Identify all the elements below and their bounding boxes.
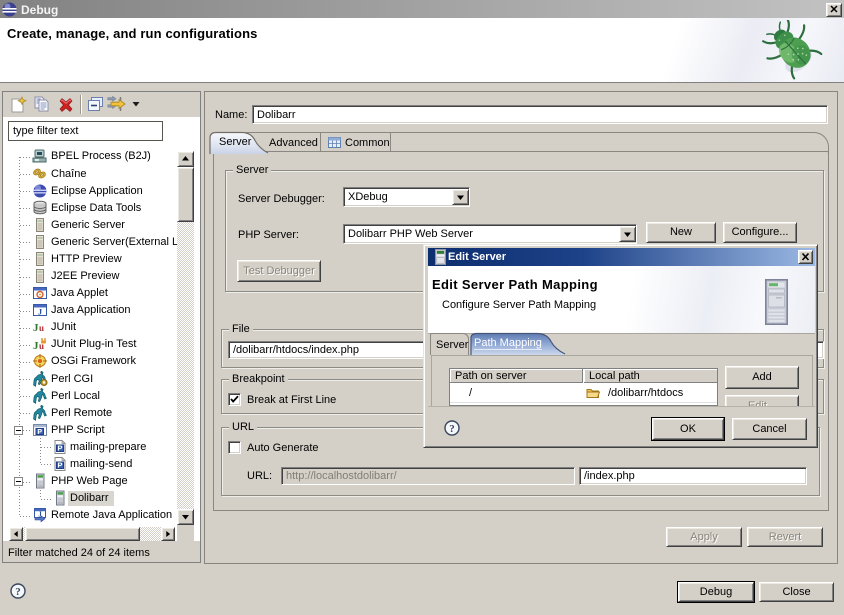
svg-text:?: ? <box>449 423 455 435</box>
svg-text:P: P <box>57 461 62 470</box>
svg-text:?: ? <box>15 586 21 598</box>
svg-text:u: u <box>39 323 44 333</box>
svg-text:P: P <box>57 444 62 453</box>
svg-text:P: P <box>37 429 42 436</box>
